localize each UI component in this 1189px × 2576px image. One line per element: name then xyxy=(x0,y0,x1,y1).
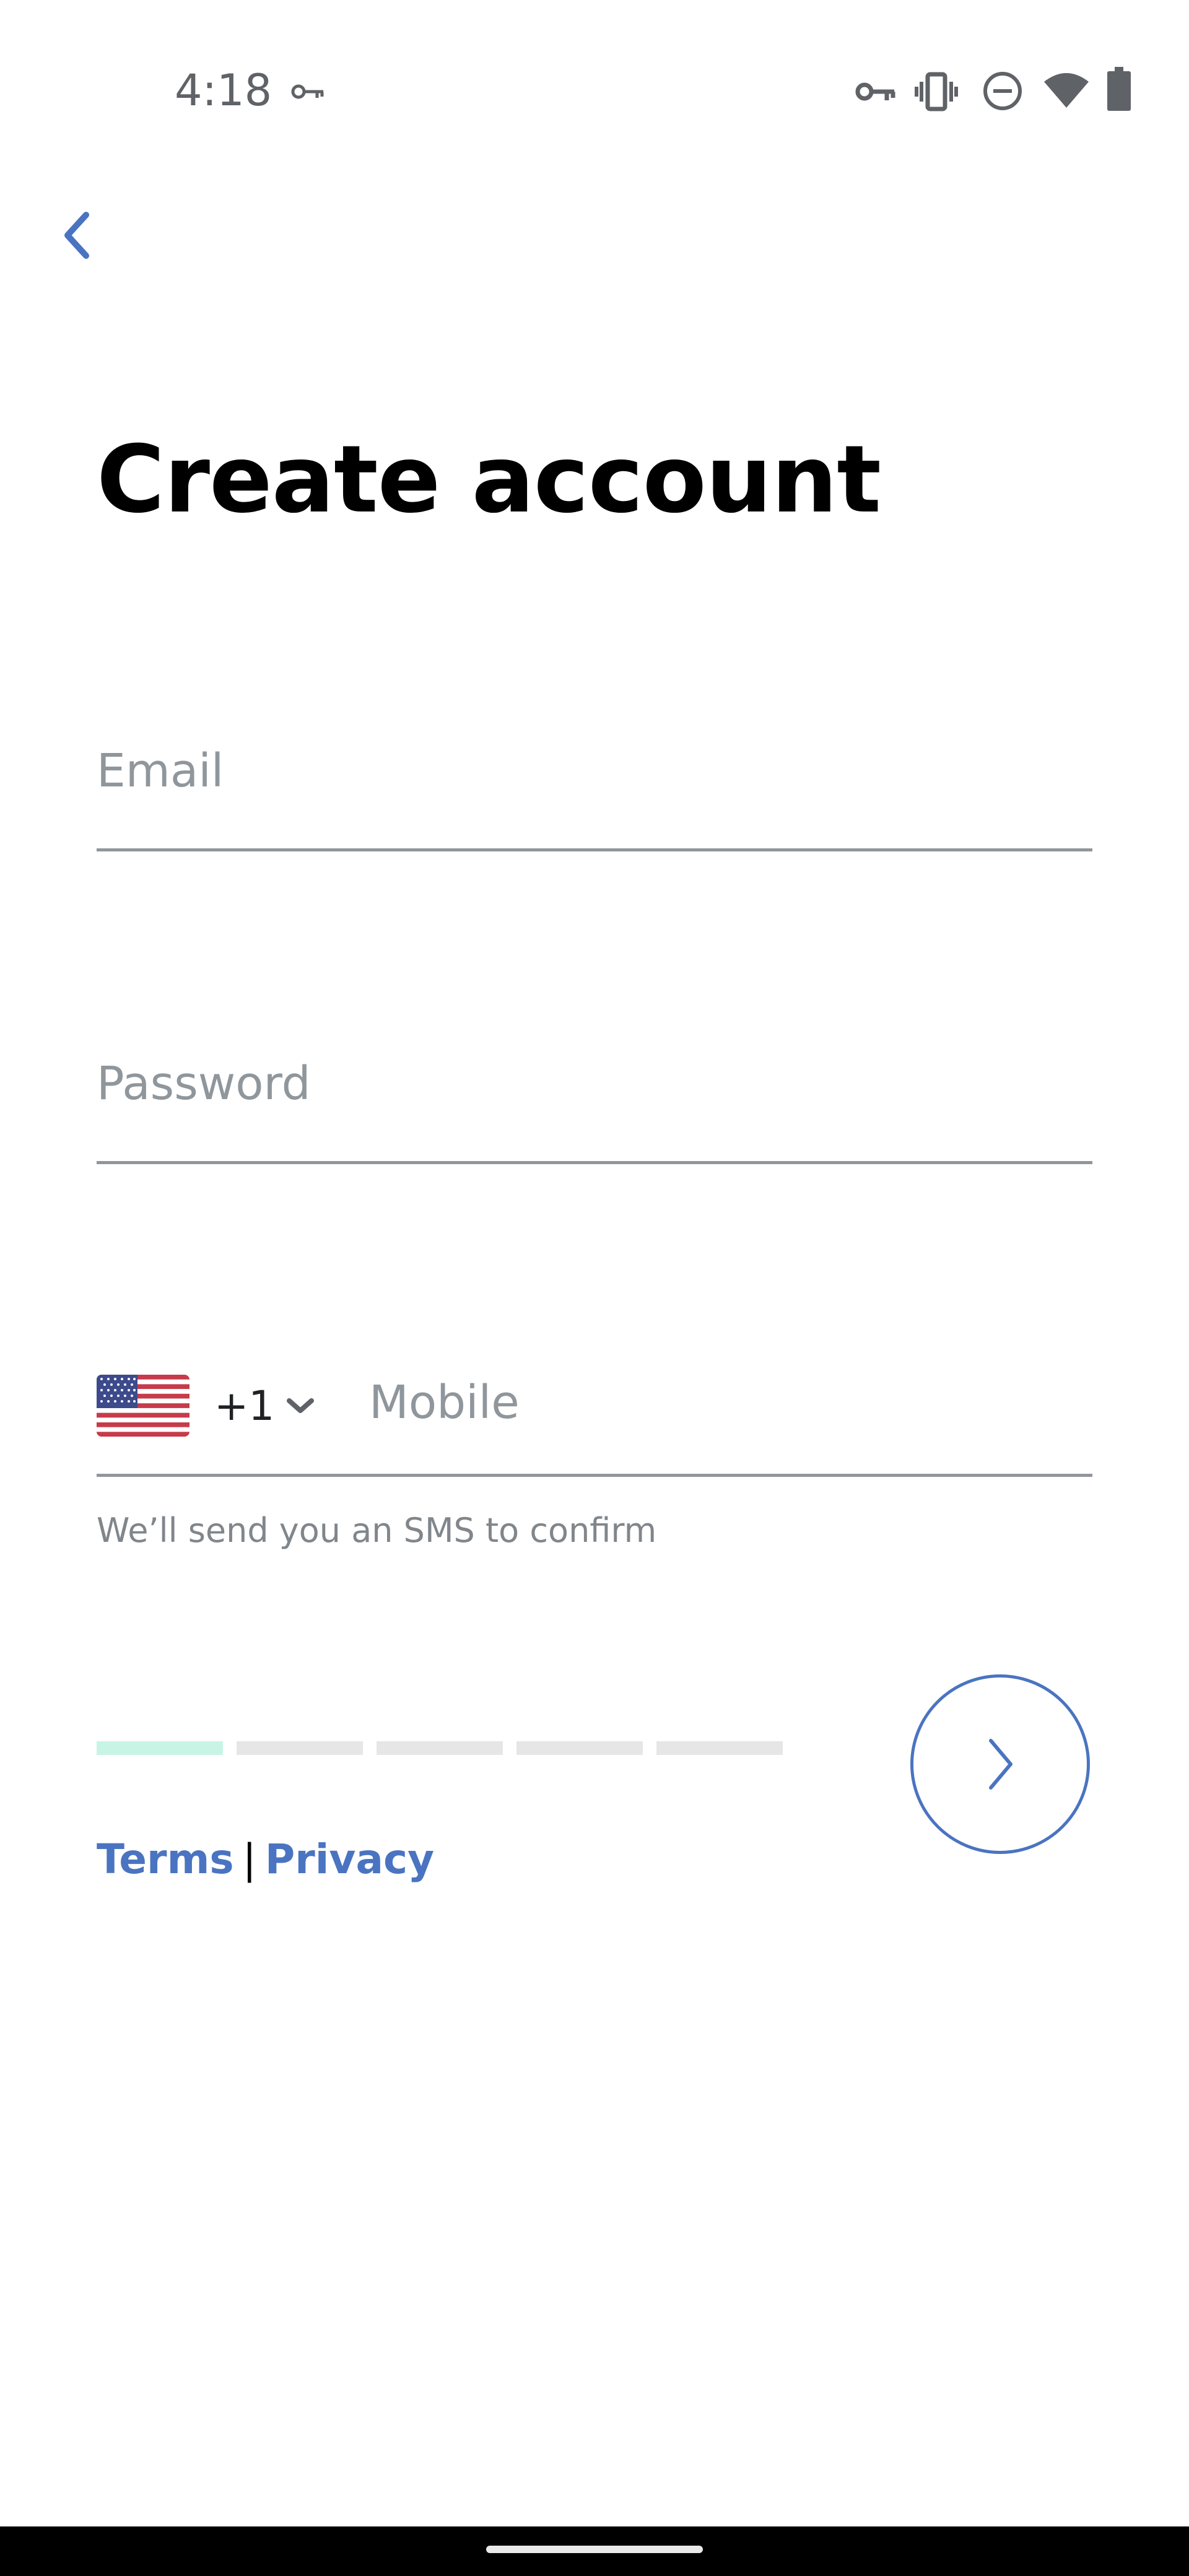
vpn-key-icon xyxy=(291,84,324,99)
us-flag-icon xyxy=(97,1375,189,1437)
link-separator: | xyxy=(242,1835,256,1883)
chevron-left-icon xyxy=(64,212,89,259)
create-account-screen: 4:18 Create account Email +1 Mobile We’l… xyxy=(0,0,1189,2576)
progress-segment xyxy=(656,1741,783,1755)
progress-segment xyxy=(97,1741,223,1755)
password-field-container xyxy=(97,1031,1092,1164)
status-time: 4:18 xyxy=(175,65,272,116)
signup-progress xyxy=(97,1741,783,1755)
chevron-down-icon xyxy=(287,1398,315,1413)
back-button[interactable] xyxy=(31,192,124,279)
legal-links: Terms | Privacy xyxy=(97,1832,434,1887)
wifi-icon xyxy=(1044,73,1089,108)
battery-icon xyxy=(1107,67,1131,111)
status-bar: 4:18 xyxy=(0,0,1189,186)
terms-link[interactable]: Terms xyxy=(97,1835,234,1883)
mobile-field[interactable] xyxy=(369,1356,1087,1449)
next-button[interactable] xyxy=(910,1674,1090,1854)
progress-segment xyxy=(516,1741,643,1755)
mobile-field-container: +1 xyxy=(97,1344,1092,1477)
country-dial-code: +1 xyxy=(214,1382,275,1430)
email-field[interactable] xyxy=(97,724,1092,817)
email-field-container xyxy=(97,718,1092,851)
vpn-key-icon xyxy=(855,82,895,101)
sms-helper-text: We’ll send you an SMS to confirm xyxy=(97,1511,657,1550)
password-field[interactable] xyxy=(97,1037,1092,1130)
do-not-disturb-icon xyxy=(983,72,1022,110)
home-handle[interactable] xyxy=(486,2546,703,2553)
progress-segment xyxy=(377,1741,503,1755)
country-code-picker[interactable]: +1 xyxy=(97,1372,315,1440)
privacy-link[interactable]: Privacy xyxy=(265,1835,434,1883)
chevron-right-icon xyxy=(989,1739,1013,1790)
progress-segment xyxy=(237,1741,363,1755)
page-title: Create account xyxy=(97,426,881,534)
vibrate-icon xyxy=(915,72,958,111)
navigation-bar xyxy=(0,2526,1189,2576)
